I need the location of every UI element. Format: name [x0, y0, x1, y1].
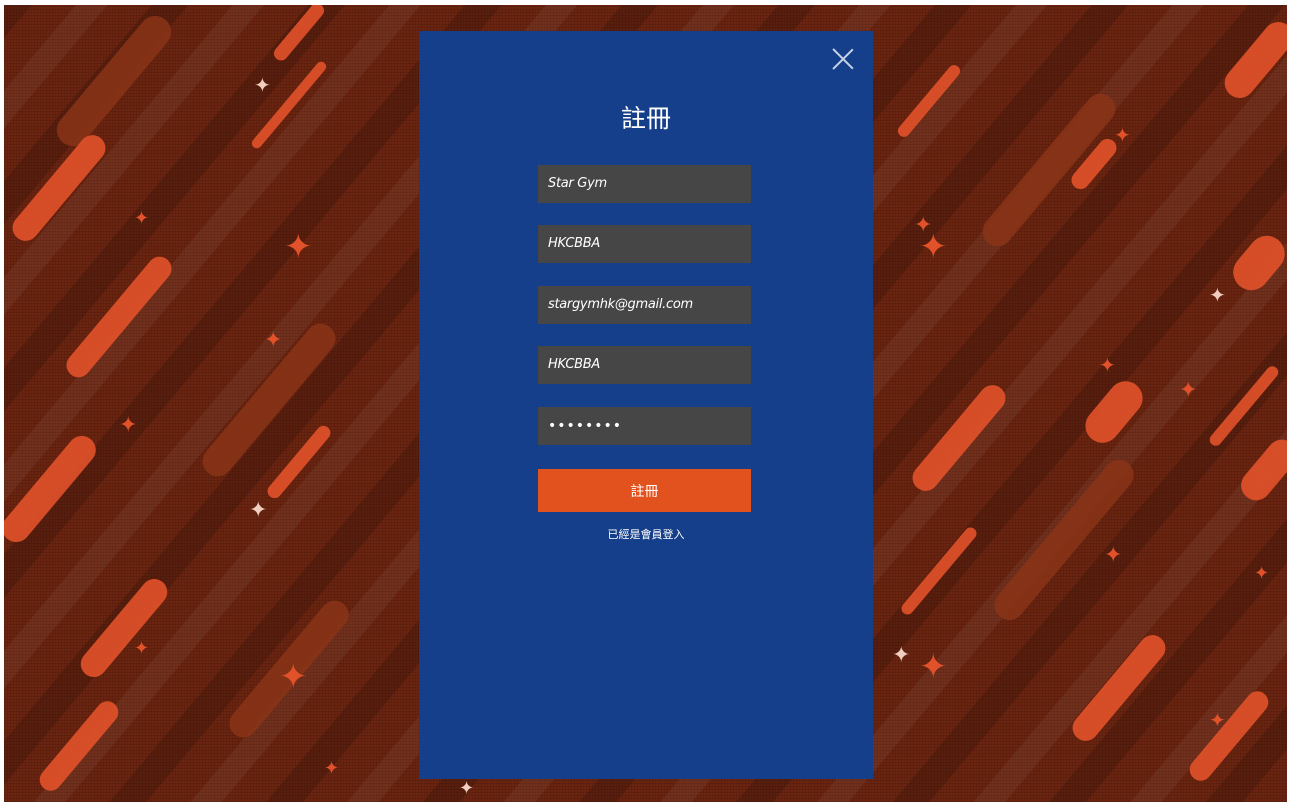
sparkle-icon: ✦ [1209, 283, 1226, 307]
background-stripe [7, 129, 111, 247]
nickname-input[interactable] [538, 346, 751, 384]
sparkle-icon: ✦ [279, 657, 308, 697]
background-stripe [1067, 629, 1171, 747]
sparkle-icon: ✦ [919, 227, 948, 267]
background-stripe [50, 9, 178, 153]
background-stripe [988, 453, 1140, 627]
sparkle-icon: ✦ [1209, 708, 1226, 732]
password-input[interactable]: •••••••• [538, 407, 751, 445]
background-stripe [61, 251, 177, 383]
sparkle-icon: ✦ [1179, 378, 1198, 403]
sparkle-icon: ✦ [919, 647, 948, 687]
sparkle-icon: ✦ [324, 758, 340, 779]
sparkle-icon: ✦ [1104, 543, 1123, 568]
sparkle-icon: ✦ [119, 413, 138, 438]
background-stripe [907, 379, 1011, 497]
login-link[interactable]: 已經是會員登入 [419, 526, 873, 542]
background-stripe [1078, 374, 1150, 450]
username-input[interactable] [538, 225, 751, 263]
background-stripe [895, 62, 963, 140]
sparkle-icon: ✦ [134, 208, 150, 229]
sparkle-icon: ✦ [249, 498, 268, 523]
background-stripe [1225, 228, 1287, 298]
background-stripe [264, 423, 334, 501]
sparkle-icon: ✦ [1099, 353, 1116, 377]
modal-title: 註冊 [620, 104, 671, 133]
sparkle-icon: ✦ [264, 328, 283, 353]
name-input[interactable] [538, 165, 751, 203]
close-icon[interactable] [831, 47, 855, 71]
sparkle-icon: ✦ [892, 643, 911, 668]
background-stripe [35, 696, 123, 796]
register-button[interactable]: 註冊 [538, 469, 751, 512]
background-stripe [4, 430, 102, 548]
sparkle-icon: ✦ [254, 73, 271, 97]
background-stripe [1185, 686, 1273, 786]
sparkle-icon: ✦ [284, 227, 313, 267]
background-stripe [271, 5, 327, 64]
sparkle-icon: ✦ [1254, 563, 1270, 584]
background-stripe [899, 525, 979, 617]
email-input[interactable] [538, 286, 751, 324]
sparkle-icon: ✦ [134, 638, 150, 659]
register-modal: 註冊 •••••••• 註冊 已經是會員登入 [419, 31, 873, 779]
background-stripe [75, 573, 173, 683]
background-stripe [1235, 433, 1287, 507]
sparkle-icon: ✦ [1114, 123, 1131, 147]
background-stripe [1207, 363, 1281, 449]
sparkle-icon: ✦ [459, 778, 475, 799]
background-stripe [1218, 15, 1287, 105]
